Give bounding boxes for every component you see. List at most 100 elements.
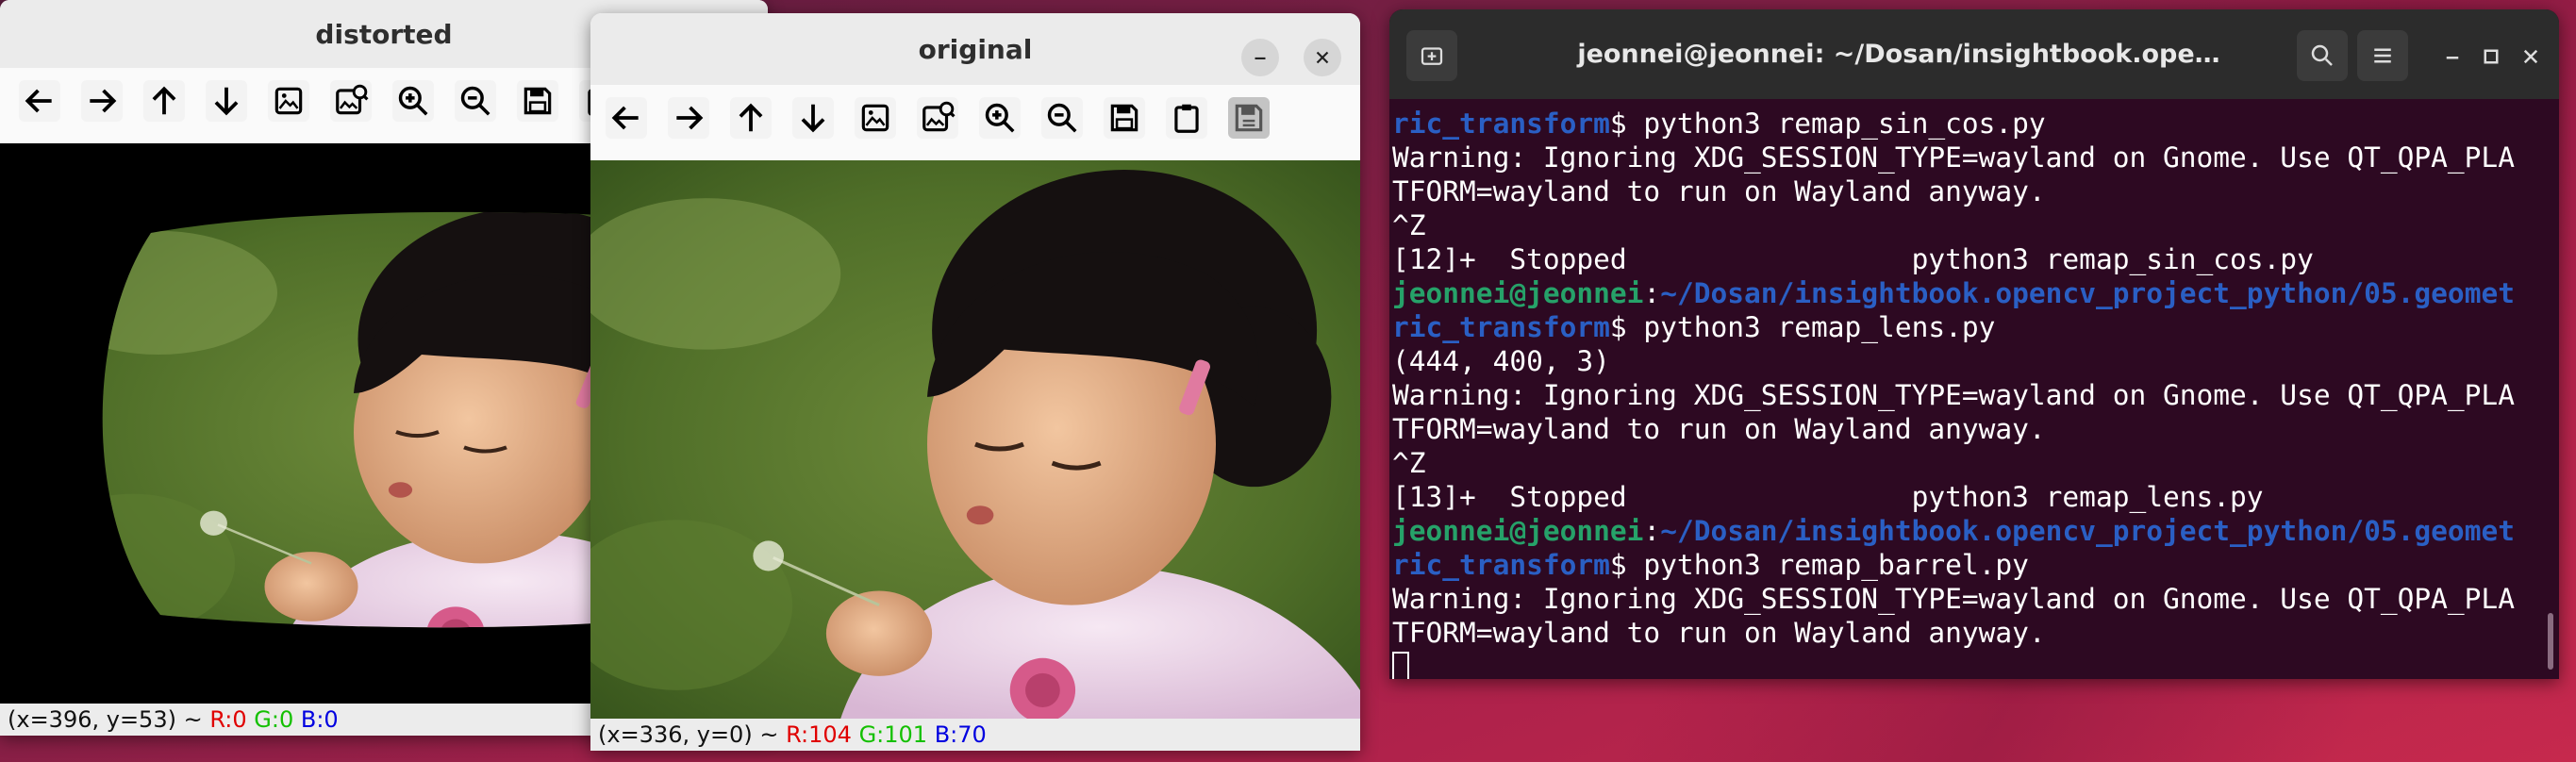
zoom-in-button[interactable] [392,80,434,122]
output-text: [13]+ Stopped python3 remap_lens.py [1392,481,2264,513]
pan-up-button[interactable] [730,97,772,139]
output-text: TFORM=wayland to run on Wayland anyway. [1392,617,2046,649]
output-text: Warning: Ignoring XDG_SESSION_TYPE=wayla… [1392,141,2515,174]
pan-down-button[interactable] [206,80,247,122]
status-bar: (x=336, y=0) ~ R:104 G:101 B:70 [590,719,1360,751]
copy-clipboard-icon [1174,104,1199,133]
pan-right-button[interactable] [668,97,709,139]
prompt-path: ric_transform [1392,549,1610,581]
terminal-header-bar[interactable]: jeonnei@jeonnei: ~/Dosan/insightbook.ope… [1389,9,2559,99]
copy-clipboard-button[interactable] [1166,97,1207,139]
pan-left-button[interactable] [19,80,60,122]
pan-down-icon [214,87,239,116]
output-text: Warning: Ignoring XDG_SESSION_TYPE=wayla… [1392,583,2515,615]
properties-icon [1235,104,1263,132]
prompt-separator: : [1643,515,1661,547]
zoom-in-icon [398,86,428,116]
pan-down-icon [801,104,825,133]
text-cursor [1392,652,1409,679]
terminal-scrollbar[interactable] [2548,613,2553,670]
terminal-line: TFORM=wayland to run on Wayland anyway. [1392,174,2540,208]
minimize-button[interactable] [1241,39,1279,76]
prompt-path: ric_transform [1392,311,1610,343]
command-text: $ python3 remap_sin_cos.py [1609,108,2046,140]
zoom-to-image-icon [336,84,369,115]
pan-right-button[interactable] [81,80,123,122]
terminal-line: ^Z [1392,446,2540,480]
terminal-window[interactable]: jeonnei@jeonnei: ~/Dosan/insightbook.ope… [1389,9,2559,679]
minimize-icon [2446,57,2459,59]
terminal-line: ^Z [1392,208,2540,242]
prompt-path: ric_transform [1392,108,1610,140]
terminal-line: jeonnei@jeonnei:~/Dosan/insightbook.open… [1392,514,2540,548]
pan-right-icon [90,89,117,113]
maximize-icon [2484,49,2499,64]
command-text: $ python3 remap_barrel.py [1609,549,2029,581]
minimize-button[interactable] [2434,38,2471,75]
prompt-user: jeonnei@jeonnei [1392,277,1644,309]
save-button[interactable] [1104,97,1145,139]
terminal-output[interactable]: ric_transform$ python3 remap_sin_cos.py W… [1392,107,2540,679]
original-image [590,160,1360,719]
toolbar [590,85,1360,160]
close-icon [1316,51,1329,64]
save-icon [524,87,552,115]
output-text: TFORM=wayland to run on Wayland anyway. [1392,175,2046,207]
zoom-fit-button[interactable] [855,97,896,139]
properties-button[interactable] [1228,97,1270,139]
output-text: TFORM=wayland to run on Wayland anyway. [1392,413,2046,445]
pan-left-button[interactable] [606,97,647,139]
maximize-button[interactable] [2472,38,2510,75]
zoom-fit-icon [861,104,889,132]
image-view-original[interactable] [590,160,1360,719]
output-text: Warning: Ignoring XDG_SESSION_TYPE=wayla… [1392,379,2515,411]
zoom-to-image-icon [922,101,956,132]
pixel-r-value: R:104 [786,721,852,748]
pan-right-icon [676,106,704,130]
zoom-to-image-button[interactable] [330,80,372,122]
terminal-line: Warning: Ignoring XDG_SESSION_TYPE=wayla… [1392,582,2540,616]
save-icon [1110,104,1138,132]
cursor-coords: (x=336, y=0) ~ [598,721,779,748]
menu-button[interactable] [2357,30,2408,81]
prompt-path: ~/Dosan/insightbook.opencv_project_pytho… [1660,277,2515,309]
window-title: original [918,33,1033,65]
close-button[interactable] [1304,39,1341,76]
pixel-g-value: G:101 [858,721,928,748]
pan-up-icon [152,86,176,115]
prompt-separator: : [1643,277,1661,309]
minimize-icon [1255,57,1266,60]
pixel-r-value: R:0 [209,706,247,733]
search-button[interactable] [2297,30,2348,81]
terminal-line: Warning: Ignoring XDG_SESSION_TYPE=wayla… [1392,378,2540,412]
zoom-in-button[interactable] [979,97,1021,139]
zoom-out-button[interactable] [455,80,496,122]
pixel-b-value: B:70 [934,721,987,748]
zoom-out-button[interactable] [1041,97,1083,139]
terminal-input-line[interactable] [1392,650,2540,679]
new-tab-button[interactable] [1406,30,1457,81]
terminal-line: [12]+ Stopped python3 remap_sin_cos.py [1392,242,2540,276]
terminal-line: Warning: Ignoring XDG_SESSION_TYPE=wayla… [1392,141,2540,174]
zoom-out-icon [460,86,490,116]
terminal-line: ric_transform$ python3 remap_lens.py [1392,310,2540,344]
pixel-g-value: G:0 [254,706,294,733]
save-button[interactable] [517,80,558,122]
close-button[interactable] [2512,38,2550,75]
terminal-line: TFORM=wayland to run on Wayland anyway. [1392,616,2540,650]
terminal-line: (444, 400, 3) [1392,344,2540,378]
hamburger-menu-icon [2374,48,2391,63]
zoom-to-image-button[interactable] [917,97,958,139]
output-text: (444, 400, 3) [1392,345,1610,377]
original-window[interactable]: original (x=336, y=0) ~ R:104 G:101 B:70 [590,13,1360,751]
close-icon [2523,49,2538,64]
pan-down-button[interactable] [792,97,834,139]
pixel-b-value: B:0 [300,706,339,733]
terminal-line: TFORM=wayland to run on Wayland anyway. [1392,412,2540,446]
search-icon [2311,44,2333,66]
terminal-title: jeonnei@jeonnei: ~/Dosan/insightbook.ope… [1577,40,2220,69]
pan-up-icon [739,103,763,132]
zoom-out-icon [1047,103,1077,133]
zoom-fit-button[interactable] [268,80,309,122]
pan-up-button[interactable] [143,80,185,122]
